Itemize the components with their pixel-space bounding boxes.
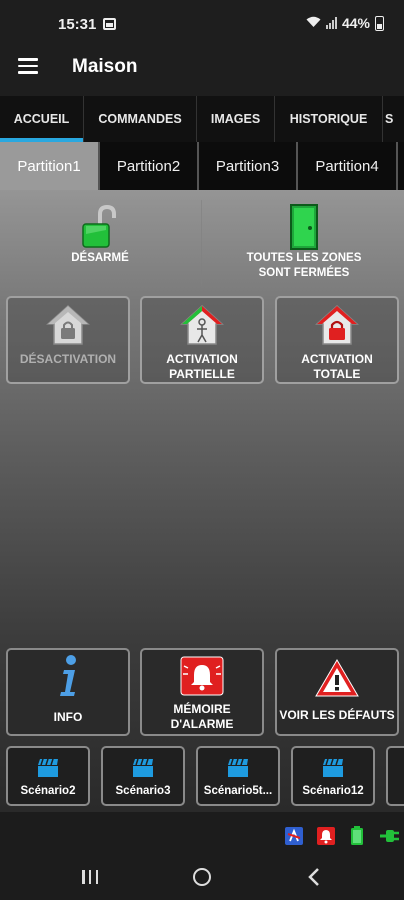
app-bar: Maison bbox=[0, 40, 404, 96]
recent-apps-icon[interactable] bbox=[82, 870, 98, 884]
scenario-button-3[interactable]: Scénario5t... bbox=[196, 746, 280, 806]
app-title: Maison bbox=[72, 56, 138, 77]
scenario-label: Scénario5t... bbox=[203, 785, 273, 797]
alarm-memory-label-2: D'ALARME bbox=[170, 717, 234, 731]
status-indicators bbox=[0, 812, 404, 856]
signal-icon bbox=[325, 17, 337, 29]
house-lock-red-icon bbox=[277, 304, 397, 350]
partition-3[interactable]: Partition3 bbox=[199, 142, 298, 190]
scenario-button-1[interactable]: Scénario2 bbox=[6, 746, 90, 806]
home-icon[interactable] bbox=[193, 868, 211, 886]
view-defaults-label: VOIR LES DÉFAUTS bbox=[279, 708, 395, 722]
info-button[interactable]: INFO bbox=[6, 648, 130, 736]
status-divider bbox=[201, 200, 202, 286]
power-plug-icon bbox=[378, 826, 400, 851]
tab-images[interactable]: IMAGES bbox=[197, 96, 275, 142]
partial-activation-button[interactable]: ACTIVATION PARTIELLE bbox=[140, 296, 264, 384]
partition-1[interactable]: Partition1 bbox=[0, 142, 100, 190]
alarm-memory-button[interactable]: MÉMOIRE D'ALARME bbox=[140, 648, 264, 736]
armed-status-label: DÉSARMÉ bbox=[71, 252, 129, 264]
house-lock-icon bbox=[8, 304, 128, 350]
tab-accueil[interactable]: ACCUEIL bbox=[0, 96, 84, 142]
alarm-memory-label-1: MÉMOIRE bbox=[173, 702, 231, 716]
wifi-icon bbox=[306, 16, 321, 31]
alarm-bell-icon bbox=[142, 656, 262, 700]
scenario-label: Scénario3 bbox=[115, 785, 171, 797]
disable-label: DÉSACTIVATION bbox=[19, 352, 117, 366]
tab-commandes[interactable]: COMMANDES bbox=[84, 96, 197, 142]
info-icon bbox=[8, 654, 128, 704]
clapperboard-icon bbox=[103, 758, 183, 781]
alarm-indicator-icon bbox=[316, 826, 336, 851]
scenario-label: Scénario12 bbox=[302, 785, 364, 797]
clapperboard-icon bbox=[198, 758, 278, 781]
main-panel: DÉSARMÉ TOUTES LES ZONES SONT FERMÉES DÉ… bbox=[0, 190, 404, 812]
partition-tabs: Partition1 Partition2 Partition3 Partiti… bbox=[0, 142, 404, 190]
battery-indicator-icon bbox=[350, 826, 364, 851]
partial-activation-label-1: ACTIVATION bbox=[166, 352, 238, 366]
total-activation-button[interactable]: ACTIVATION TOTALE bbox=[275, 296, 399, 384]
tab-bar: ACCUEIL COMMANDES IMAGES HISTORIQUE S bbox=[0, 96, 404, 142]
house-person-icon bbox=[142, 304, 262, 350]
system-nav-bar bbox=[0, 856, 404, 900]
battery-icon bbox=[375, 15, 384, 31]
tamper-icon bbox=[284, 826, 304, 851]
scenario-label: Scénario2 bbox=[20, 785, 76, 797]
zones-status: TOUTES LES ZONES SONT FERMÉES bbox=[204, 204, 404, 281]
partition-2[interactable]: Partition2 bbox=[100, 142, 199, 190]
disable-button[interactable]: DÉSACTIVATION bbox=[6, 296, 130, 384]
hamburger-menu-icon[interactable] bbox=[18, 58, 38, 74]
partial-activation-label-2: PARTIELLE bbox=[169, 367, 235, 381]
partition-4[interactable]: Partition4 bbox=[298, 142, 398, 190]
warning-icon bbox=[277, 658, 397, 702]
battery-percent: 44% bbox=[341, 15, 370, 31]
clapperboard-icon bbox=[8, 758, 88, 781]
scenario-button-overflow[interactable] bbox=[386, 746, 404, 806]
total-activation-label-1: ACTIVATION bbox=[301, 352, 373, 366]
zones-status-label-2: SONT FERMÉES bbox=[258, 267, 350, 279]
partition-overflow bbox=[398, 142, 404, 190]
green-door-icon bbox=[204, 204, 404, 250]
tab-historique[interactable]: HISTORIQUE bbox=[275, 96, 383, 142]
gallery-notification-icon bbox=[103, 18, 116, 30]
back-icon[interactable] bbox=[308, 868, 320, 889]
status-time: 15:31 bbox=[58, 16, 97, 33]
status-bar: 15:31 44% bbox=[0, 0, 404, 40]
scenario-button-4[interactable]: Scénario12 bbox=[291, 746, 375, 806]
scenario-button-2[interactable]: Scénario3 bbox=[101, 746, 185, 806]
tab-more[interactable]: S bbox=[383, 96, 404, 142]
view-defaults-button[interactable]: VOIR LES DÉFAUTS bbox=[275, 648, 399, 736]
arm-status: DÉSARMÉ bbox=[0, 204, 200, 266]
clapperboard-icon bbox=[293, 758, 373, 781]
info-label: INFO bbox=[53, 710, 83, 724]
total-activation-label-2: TOTALE bbox=[313, 367, 361, 381]
status-right: 44% bbox=[306, 15, 384, 31]
unlocked-padlock-icon bbox=[0, 204, 200, 250]
zones-status-label-1: TOUTES LES ZONES bbox=[246, 252, 362, 264]
